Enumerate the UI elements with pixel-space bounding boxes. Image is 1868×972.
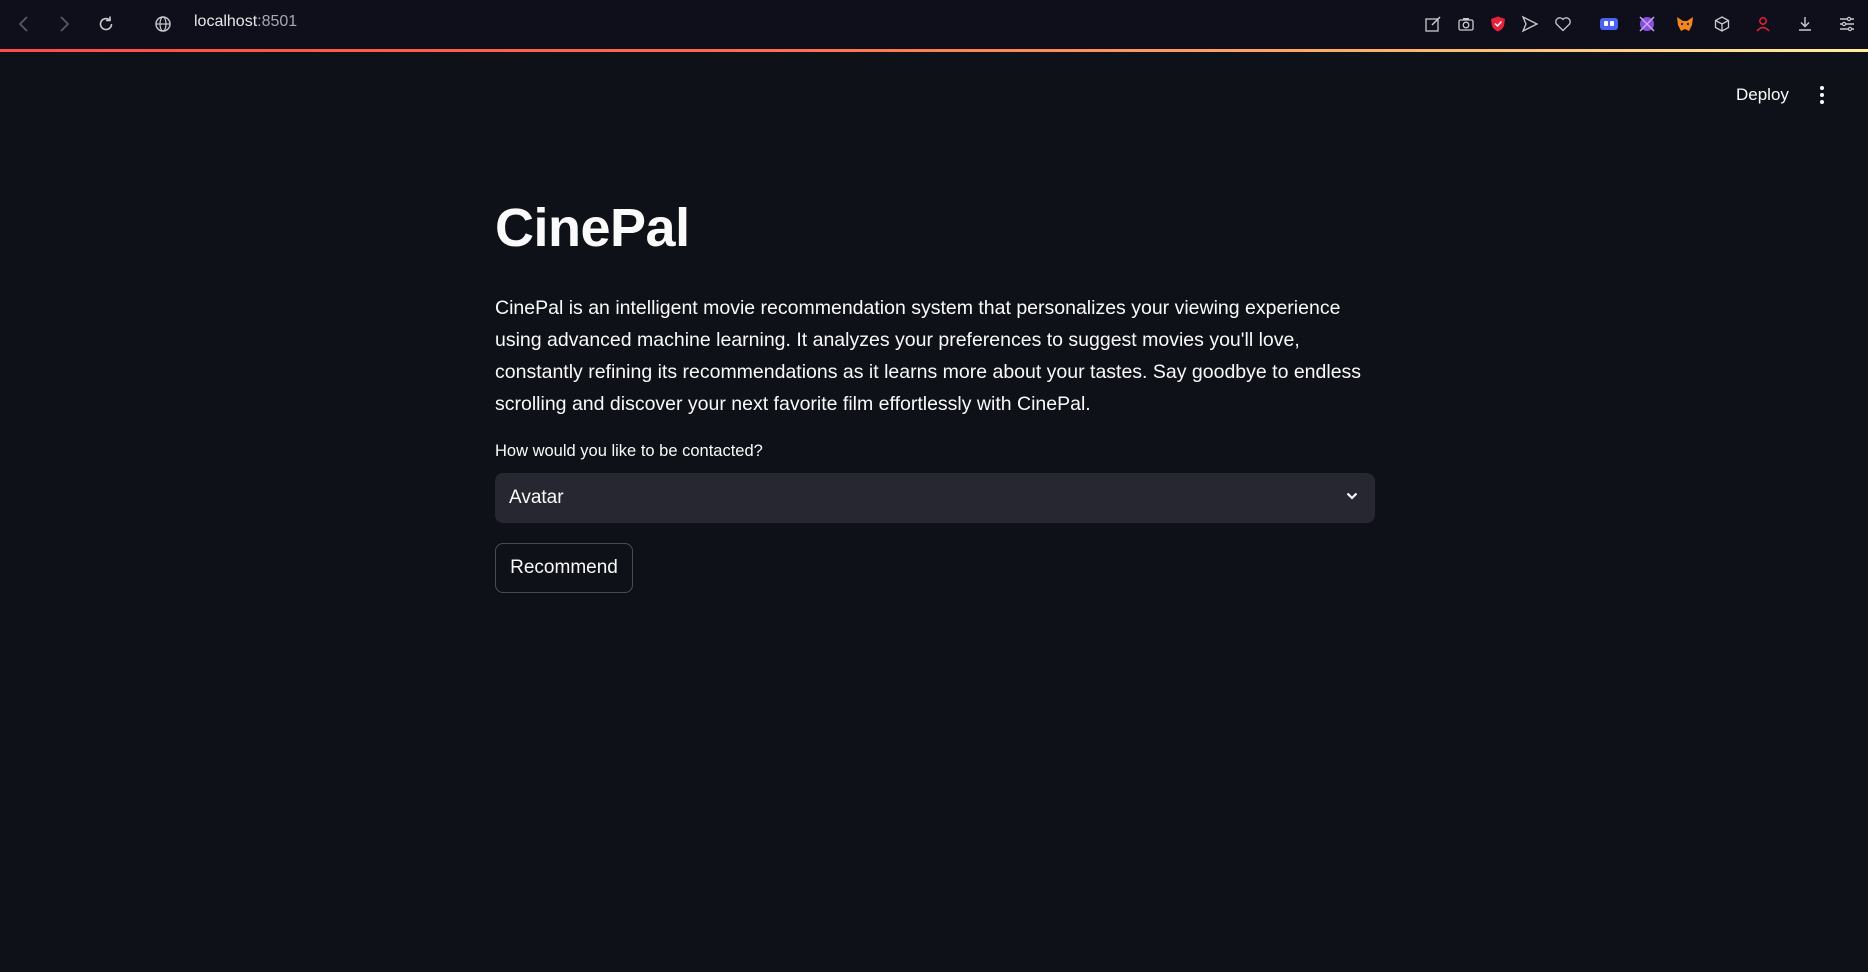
address-bar[interactable]: localhost:8501: [194, 13, 297, 31]
menu-icon[interactable]: [1836, 12, 1858, 36]
back-icon[interactable]: [12, 12, 36, 36]
download-icon[interactable]: [1794, 12, 1816, 36]
shield-icon[interactable]: [1487, 12, 1509, 36]
camera-icon[interactable]: [1455, 12, 1477, 36]
url-port: :8501: [257, 13, 298, 30]
extension-icon-2[interactable]: [1636, 12, 1658, 36]
heart-icon[interactable]: [1552, 12, 1574, 36]
chevron-down-icon: [1343, 487, 1361, 510]
extension-icon-1[interactable]: [1598, 12, 1620, 36]
edit-icon[interactable]: [1422, 12, 1444, 36]
recommend-button[interactable]: Recommend: [495, 543, 633, 593]
url-host: localhost: [194, 13, 258, 30]
page-title: CinePal: [495, 198, 690, 258]
movie-select[interactable]: Avatar: [495, 473, 1375, 523]
browser-toolbar: localhost:8501: [0, 0, 1868, 49]
page-description: CinePal is an intelligent movie recommen…: [495, 297, 1362, 415]
main-menu-icon[interactable]: [1810, 82, 1834, 108]
main-content: CinePal CinePal is an intelligent movie …: [495, 190, 1375, 593]
send-icon[interactable]: [1519, 12, 1541, 36]
select-label: How would you like to be contacted?: [495, 442, 763, 460]
deploy-button[interactable]: Deploy: [1722, 83, 1803, 107]
forward-icon[interactable]: [52, 12, 76, 36]
site-info-icon[interactable]: [151, 12, 175, 36]
metamask-icon[interactable]: [1674, 12, 1696, 36]
reload-icon[interactable]: [94, 12, 118, 36]
header-decoration: [0, 49, 1868, 52]
select-value: Avatar: [509, 487, 564, 508]
cube-icon[interactable]: [1711, 12, 1733, 36]
profile-icon[interactable]: [1752, 12, 1774, 36]
